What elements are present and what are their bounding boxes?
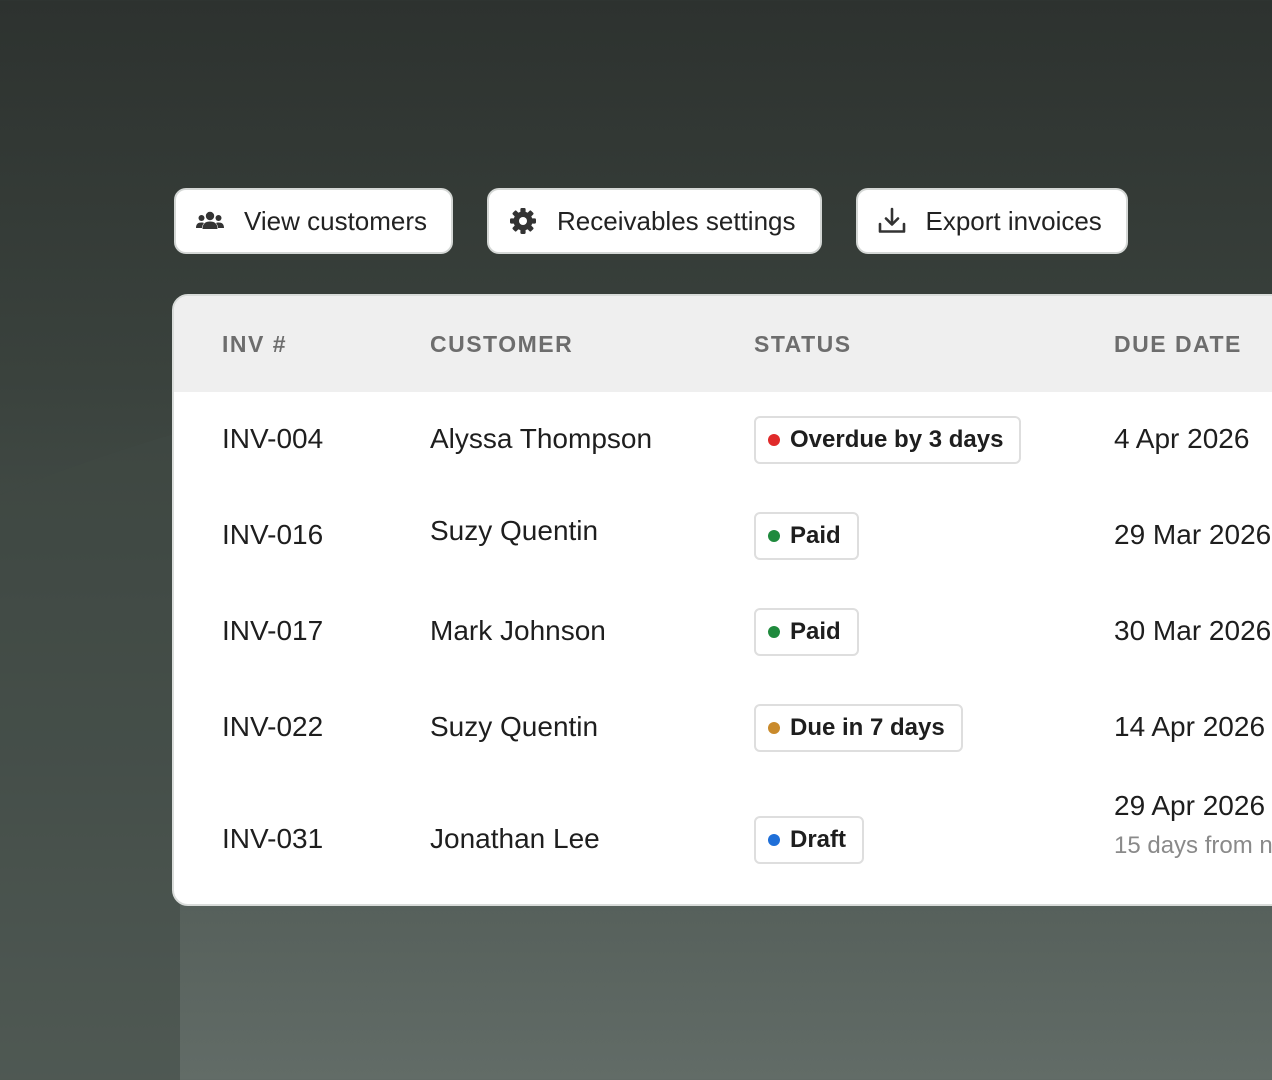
status-dot-icon bbox=[768, 626, 780, 638]
table-row[interactable]: INV-016 Suzy Quentin Paid 29 Mar 2026 bbox=[174, 488, 1272, 584]
header-inv[interactable]: INV # bbox=[222, 331, 287, 358]
invoice-number: INV-016 bbox=[222, 519, 324, 550]
receivables-settings-label: Receivables settings bbox=[557, 205, 796, 236]
download-icon bbox=[876, 205, 908, 237]
receivables-settings-button[interactable]: Receivables settings bbox=[487, 188, 822, 254]
status-label: Paid bbox=[790, 618, 841, 645]
table-header: INV # CUSTOMER STATUS DUE DATE bbox=[174, 296, 1272, 392]
due-date: 30 Mar 2026 bbox=[1114, 615, 1272, 646]
due-date: 4 Apr 2026 bbox=[1114, 423, 1250, 454]
table-row[interactable]: INV-022 Suzy Quentin Due in 7 days 14 Ap… bbox=[174, 680, 1272, 776]
table-row[interactable]: INV-031 Jonathan Lee Draft 29 Apr 2026 1… bbox=[174, 776, 1272, 904]
status-label: Draft bbox=[790, 826, 847, 853]
table-row[interactable]: INV-017 Mark Johnson Paid 30 Mar 2026 bbox=[174, 584, 1272, 680]
header-due-date[interactable]: DUE DATE bbox=[1114, 331, 1242, 358]
export-invoices-button[interactable]: Export invoices bbox=[855, 188, 1128, 254]
due-date: 14 Apr 2026 bbox=[1114, 711, 1266, 742]
invoice-number: INV-004 bbox=[222, 423, 324, 454]
status-dot-icon bbox=[768, 834, 780, 846]
invoice-number: INV-031 bbox=[222, 823, 324, 854]
header-status[interactable]: STATUS bbox=[754, 331, 852, 358]
status-label: Paid bbox=[790, 522, 841, 549]
customer-name: Jonathan Lee bbox=[430, 823, 600, 854]
customer-name: Mark Johnson bbox=[430, 615, 606, 646]
due-date-note: 15 days from now bbox=[1114, 832, 1272, 859]
invoices-table: INV # CUSTOMER STATUS DUE DATE INV-004 A… bbox=[172, 294, 1272, 906]
table-row[interactable]: INV-004 Alyssa Thompson Overdue by 3 day… bbox=[174, 392, 1272, 488]
due-date: 29 Mar 2026 bbox=[1114, 519, 1272, 550]
export-invoices-label: Export invoices bbox=[925, 205, 1102, 236]
status-badge: Draft bbox=[754, 816, 865, 864]
customer-name: Suzy Quentin bbox=[430, 515, 599, 546]
view-customers-button[interactable]: View customers bbox=[174, 188, 454, 254]
status-badge: Due in 7 days bbox=[754, 704, 963, 752]
status-badge: Overdue by 3 days bbox=[754, 416, 1022, 464]
view-customers-label: View customers bbox=[244, 205, 428, 236]
status-label: Due in 7 days bbox=[790, 714, 945, 741]
customer-name: Suzy Quentin bbox=[430, 711, 599, 742]
header-customer[interactable]: CUSTOMER bbox=[430, 331, 573, 358]
action-bar: View customers Receivables settings Expo… bbox=[174, 188, 1128, 254]
gear-icon bbox=[507, 205, 539, 237]
status-badge: Paid bbox=[754, 512, 859, 560]
status-label: Overdue by 3 days bbox=[790, 426, 1004, 453]
status-dot-icon bbox=[768, 530, 780, 542]
due-date-cell: 29 Apr 2026 15 days from now bbox=[1114, 790, 1272, 860]
customer-name: Alyssa Thompson bbox=[430, 423, 653, 454]
invoice-number: INV-017 bbox=[222, 615, 324, 646]
invoice-number: INV-022 bbox=[222, 711, 324, 742]
status-dot-icon bbox=[768, 434, 780, 446]
users-icon bbox=[194, 205, 226, 237]
due-date: 29 Apr 2026 bbox=[1114, 790, 1266, 821]
status-dot-icon bbox=[768, 722, 780, 734]
status-badge: Paid bbox=[754, 608, 859, 656]
